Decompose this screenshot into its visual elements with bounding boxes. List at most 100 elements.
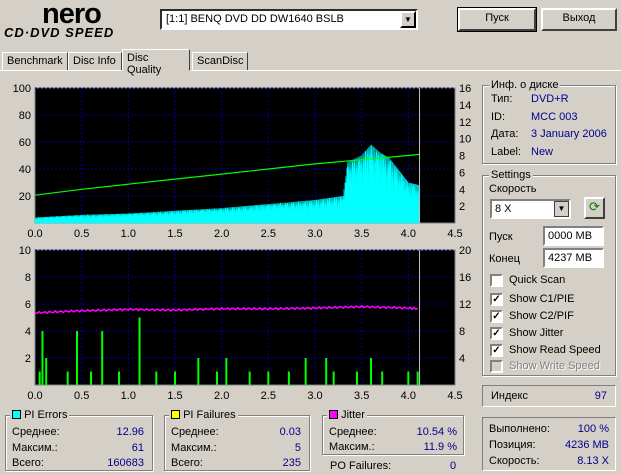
jitter-max-label: Максим.:: [329, 441, 375, 453]
speed-select-value: 8 X: [495, 203, 512, 215]
start-label: Пуск: [489, 231, 513, 243]
chart-0-x-tick-label: 1.5: [167, 228, 182, 240]
chart-1-x-tick-label: 0.5: [74, 390, 89, 402]
chart-1-y-tick-label: 10: [19, 245, 31, 257]
speed-label: Скорость: [489, 183, 537, 195]
chart-0-y2-tick-label: 8: [459, 151, 465, 163]
logo-text-bottom: CD·DVD SPEED: [4, 25, 115, 40]
chart-1-x-tick-label: 3.0: [307, 390, 322, 402]
pi-failures-bar: [267, 371, 270, 385]
disc-info-group: Инф. о диске Тип: DVD+R ID: MCC 003 Дата…: [482, 79, 616, 164]
show-jitter-checkbox[interactable]: ✓: [490, 327, 503, 340]
pi-failures-total-value: 235: [282, 457, 301, 469]
show-c2-pif-label: Show C2/PIF: [509, 310, 574, 322]
chart-1-y-tick-label: 2: [25, 353, 31, 365]
jitter-color-swatch: [329, 410, 338, 419]
chart-0-y2-tick-label: 2: [459, 201, 465, 213]
pi-failures-bar: [332, 371, 335, 385]
drive-select[interactable]: [1:1] BENQ DVD DD DW1640 BSLB ▼: [160, 9, 418, 30]
pi-failures-title-wrap: PI Failures: [169, 409, 238, 421]
chart-1-background: [34, 249, 456, 386]
quick-scan-label: Quick Scan: [509, 274, 566, 286]
chart-0-y-tick-label: 100: [13, 83, 31, 95]
pi-failures-bar: [216, 371, 218, 385]
jitter-avg-value: 10.54 %: [416, 426, 457, 438]
speed-select[interactable]: 8 X ▼: [490, 199, 571, 219]
pi-failures-bar: [381, 371, 384, 385]
tab-panel-border: [0, 70, 621, 71]
exit-button[interactable]: Выход: [541, 8, 617, 31]
show-write-speed-label: Show Write Speed: [509, 360, 600, 372]
chart-0-x-tick-label: 4.5: [447, 228, 462, 240]
chart-1-y2-tick-label: 8: [459, 326, 465, 338]
chart-0-x-tick-label: 4.0: [401, 228, 416, 240]
chart-0-x-tick-label: 1.0: [121, 228, 136, 240]
tab-benchmark[interactable]: Benchmark: [2, 52, 68, 71]
pi-errors-avg-label: Среднее:: [12, 426, 60, 438]
done-value: 100 %: [577, 423, 609, 435]
pi-failures-bar: [90, 371, 92, 385]
index-label: Индекс: [491, 390, 528, 402]
pi-failures-bar: [407, 371, 410, 385]
pi-failures-bar: [45, 358, 48, 385]
pi-failures-bar: [304, 358, 307, 385]
chart-1-x-tick-label: 3.5: [354, 390, 369, 402]
show-jitter-label: Show Jitter: [509, 327, 564, 339]
pi-failures-bar: [197, 358, 200, 385]
jitter-title: Jitter: [341, 409, 365, 421]
pi-failures-title: PI Failures: [183, 409, 236, 421]
pi-failures-bar: [287, 371, 290, 385]
tab-disc-quality[interactable]: Disc Quality: [122, 49, 190, 76]
show-read-speed-label: Show Read Speed: [509, 344, 601, 356]
chart-1-y2-tick-label: 20: [459, 245, 471, 257]
quick-scan-checkbox[interactable]: [490, 274, 503, 287]
chart-0-y2-tick-label: 16: [459, 83, 471, 95]
chart-0-y-tick-label: 40: [19, 164, 31, 176]
pi-failures-avg-value: 0.03: [279, 426, 301, 438]
label-value: New: [531, 146, 554, 158]
charts-area: 0.0 0.5 1.0 1.5 2.0 2.5 3.0 3.5 4.0 4.5 100 80 60 40 2…: [0, 80, 480, 410]
chart-0-x-tick-label: 2.5: [261, 228, 276, 240]
chevron-down-icon[interactable]: ▼: [400, 11, 416, 28]
refresh-icon: ⟳: [589, 199, 600, 214]
chart-0-y2-tick-label: 6: [459, 167, 465, 179]
pi-failures-avg-label: Среднее:: [171, 426, 219, 438]
pi-failures-bar: [76, 331, 78, 385]
pi-failures-max-value: 5: [294, 442, 301, 454]
show-read-speed-checkbox[interactable]: ✓: [490, 344, 503, 357]
pi-errors-max-label: Максим.:: [12, 442, 58, 454]
read-speed-label: Скорость:: [489, 455, 540, 467]
pi-failures-bar: [225, 358, 228, 385]
chart-0-y-tick-label: 60: [19, 137, 31, 149]
pi-errors-avg-value: 12.96: [116, 426, 144, 438]
chart-1-x-tick-label: 2.5: [261, 390, 276, 402]
index-box: Индекс 97: [482, 385, 616, 407]
chart-1-x-tick-label: 4.5: [447, 390, 462, 402]
chart-0-x-tick-label: 0.5: [74, 228, 89, 240]
chevron-down-icon[interactable]: ▼: [554, 201, 569, 217]
chart-1-y2-tick-label: 4: [459, 353, 465, 365]
date-label: Дата:: [491, 128, 519, 140]
chart-1-y-tick-label: 6: [25, 299, 31, 311]
read-speed-value: 8.13 X: [577, 455, 609, 467]
refresh-button[interactable]: ⟳: [584, 197, 605, 219]
pi-failures-bar: [370, 358, 372, 385]
end-label: Конец: [489, 253, 521, 265]
chart-0-y2-tick-label: 14: [459, 100, 471, 112]
date-value: 3 January 2006: [531, 128, 607, 140]
pi-failures-bar: [356, 371, 358, 385]
tab-scandisc[interactable]: ScanDisc: [192, 52, 248, 71]
start-button[interactable]: Пуск: [457, 7, 537, 32]
type-label: Тип:: [491, 93, 513, 105]
position-label: Позиция:: [489, 439, 536, 451]
show-c2-pif-checkbox[interactable]: ✓: [490, 310, 503, 323]
pi-errors-title: PI Errors: [24, 409, 68, 421]
pi-failures-bar: [118, 371, 120, 385]
pi-failures-total-label: Всего:: [171, 457, 203, 469]
chart-1-x-tick-label: 1.0: [121, 390, 136, 402]
end-input[interactable]: 4237 MB: [543, 248, 604, 268]
pi-failures-bar: [101, 331, 104, 385]
show-c1-pie-checkbox[interactable]: ✓: [490, 293, 503, 306]
tab-disc-info[interactable]: Disc Info: [68, 52, 122, 71]
start-input[interactable]: 0000 MB: [543, 226, 604, 246]
